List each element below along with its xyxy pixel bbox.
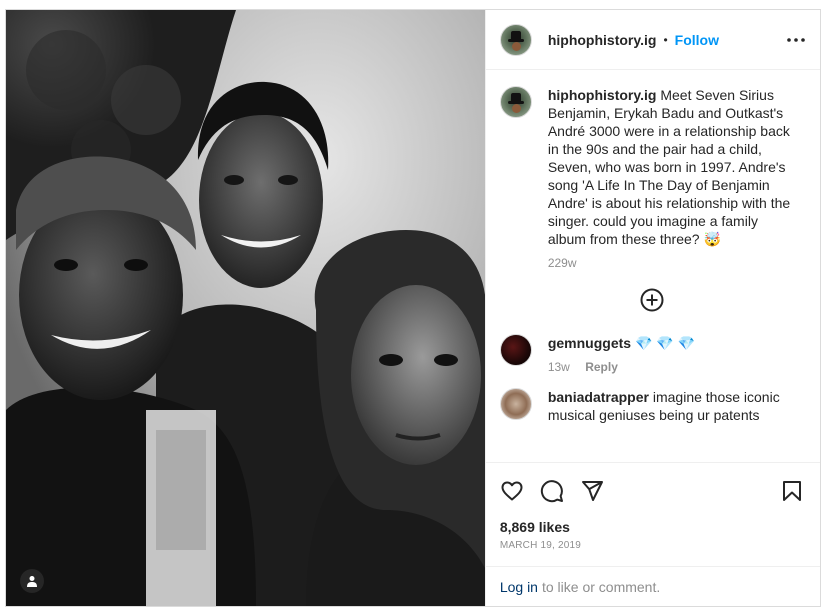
comment-age[interactable]: 13w <box>548 360 570 374</box>
post-photo[interactable] <box>6 10 485 606</box>
caption-text: Meet Seven Sirius Benjamin, Erykah Badu … <box>547 87 791 247</box>
comment-icon[interactable] <box>540 479 564 503</box>
login-prompt-text: to like or comment. <box>541 578 661 595</box>
separator-dot: • <box>663 32 668 47</box>
post-header: hiphophistory.ig • Follow <box>485 10 820 70</box>
more-options-icon[interactable] <box>784 28 808 52</box>
likes-count[interactable]: 8,869 likes <box>486 518 820 536</box>
login-prompt: Log in to like or comment. <box>485 566 820 606</box>
tagged-user-button[interactable] <box>20 569 44 593</box>
commenter-avatar[interactable] <box>499 388 532 420</box>
follow-button[interactable]: Follow <box>675 32 719 48</box>
action-bar <box>485 462 820 518</box>
instagram-post: hiphophistory.ig • Follow hiphophistory.… <box>5 9 821 607</box>
comments-section: hiphophistory.ig Meet Seven Sirius Benja… <box>486 70 820 462</box>
heart-icon[interactable] <box>500 479 524 503</box>
caption-avatar[interactable] <box>499 86 532 118</box>
author-username[interactable]: hiphophistory.ig <box>548 32 657 48</box>
comment-item: gemnuggets 💎 💎 💎 13w Reply <box>499 334 804 374</box>
share-icon[interactable] <box>580 479 604 503</box>
reply-button[interactable]: Reply <box>585 360 618 374</box>
caption-age[interactable]: 229w <box>548 256 577 270</box>
comment-text: 💎 💎 💎 <box>634 335 696 351</box>
login-link[interactable]: Log in <box>500 579 538 595</box>
photo-black-and-white-selfie <box>6 10 485 606</box>
commenter-avatar[interactable] <box>499 334 532 366</box>
post-date: MARCH 19, 2019 <box>499 540 581 551</box>
bookmark-icon[interactable] <box>780 479 804 503</box>
comment-item: baniadatrapper imagine those iconic musi… <box>499 388 804 424</box>
comment-username[interactable]: baniadatrapper <box>548 389 649 405</box>
caption-username[interactable]: hiphophistory.ig <box>548 87 657 103</box>
plus-circle-icon[interactable] <box>640 288 664 312</box>
comment-username[interactable]: gemnuggets <box>548 335 631 351</box>
user-icon <box>27 576 37 587</box>
load-more-comments[interactable] <box>500 288 804 312</box>
caption: hiphophistory.ig Meet Seven Sirius Benja… <box>499 86 804 270</box>
post-side-panel: hiphophistory.ig • Follow hiphophistory.… <box>484 10 820 606</box>
author-avatar[interactable] <box>499 23 532 56</box>
